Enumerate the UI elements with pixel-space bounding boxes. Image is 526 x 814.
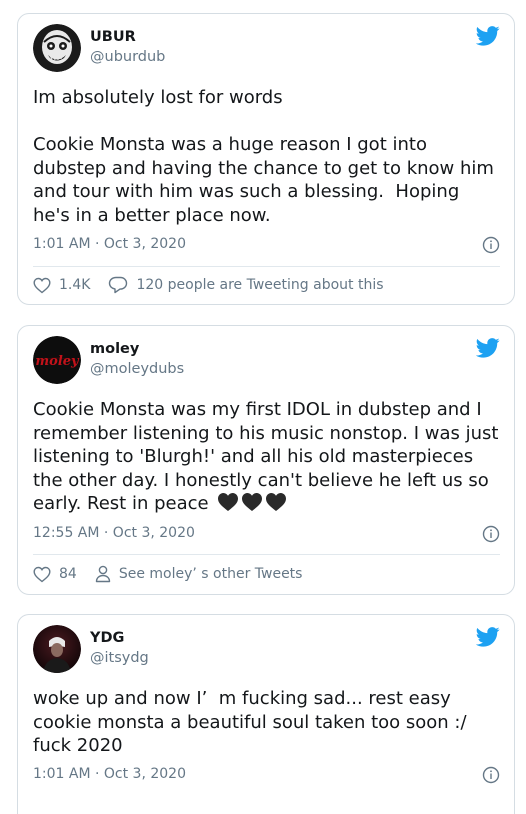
tweet-card[interactable]: moley moley @moleydubs Cookie Monsta was… — [17, 325, 515, 595]
info-icon[interactable] — [482, 236, 500, 254]
black-heart-icon — [265, 493, 286, 511]
like-button[interactable]: 84 — [33, 566, 77, 583]
profile-link-label: See moley’ s other Tweets — [118, 566, 303, 582]
info-icon[interactable] — [482, 525, 500, 543]
black-heart-icon — [217, 493, 238, 511]
tweet-timestamp[interactable]: 12:55 AM · Oct 3, 2020 — [33, 525, 195, 541]
tweet-text: Cookie Monsta was my first IDOL in dubst… — [33, 398, 500, 516]
conversation-label: 120 people are Tweeting about this — [136, 277, 384, 293]
avatar[interactable] — [33, 625, 81, 673]
tweet-actions: 1.4K 120 people are Tweeting about this — [33, 276, 500, 294]
reply-icon — [109, 276, 128, 294]
info-icon[interactable] — [482, 766, 500, 784]
twitter-bird-icon[interactable] — [476, 26, 500, 46]
tweet-card[interactable]: UBUR @uburdub Im absolutely lost for wor… — [17, 13, 515, 305]
conversation-link[interactable]: 120 people are Tweeting about this — [108, 276, 384, 294]
black-heart-emojis — [217, 492, 287, 512]
avatar[interactable]: moley — [33, 336, 81, 384]
tweet-timestamp[interactable]: 1:01 AM · Oct 3, 2020 — [33, 766, 186, 782]
tweet-card[interactable]: YDG @itsydg woke up and now I’ m fucking… — [17, 614, 515, 814]
display-name[interactable]: UBUR — [90, 29, 136, 45]
heart-icon — [33, 566, 51, 582]
black-heart-icon — [241, 493, 262, 511]
user-handle[interactable]: @itsydg — [90, 650, 149, 666]
tweet-timestamp[interactable]: 1:01 AM · Oct 3, 2020 — [33, 236, 186, 252]
divider — [33, 266, 500, 267]
tweet-actions: 84 See moley’ s other Tweets — [33, 565, 500, 583]
divider — [33, 554, 500, 555]
user-handle[interactable]: @uburdub — [90, 49, 165, 65]
user-handle[interactable]: @moleydubs — [90, 361, 184, 377]
display-name[interactable]: moley — [90, 341, 139, 357]
tweet-text: Im absolutely lost for words Cookie Mons… — [33, 87, 494, 226]
avatar[interactable] — [33, 24, 81, 72]
like-count: 84 — [59, 566, 77, 582]
like-count: 1.4K — [59, 277, 91, 293]
tweet-text: woke up and now I’ m fucking sad... rest… — [33, 688, 473, 756]
twitter-bird-icon[interactable] — [476, 338, 500, 358]
like-button[interactable]: 1.4K — [33, 277, 90, 294]
heart-icon — [33, 277, 51, 293]
display-name[interactable]: YDG — [90, 630, 124, 646]
profile-link[interactable]: See moley’ s other Tweets — [95, 565, 303, 583]
avatar-logo-text: moley — [35, 354, 80, 369]
twitter-bird-icon[interactable] — [476, 627, 500, 647]
person-icon — [95, 565, 111, 583]
